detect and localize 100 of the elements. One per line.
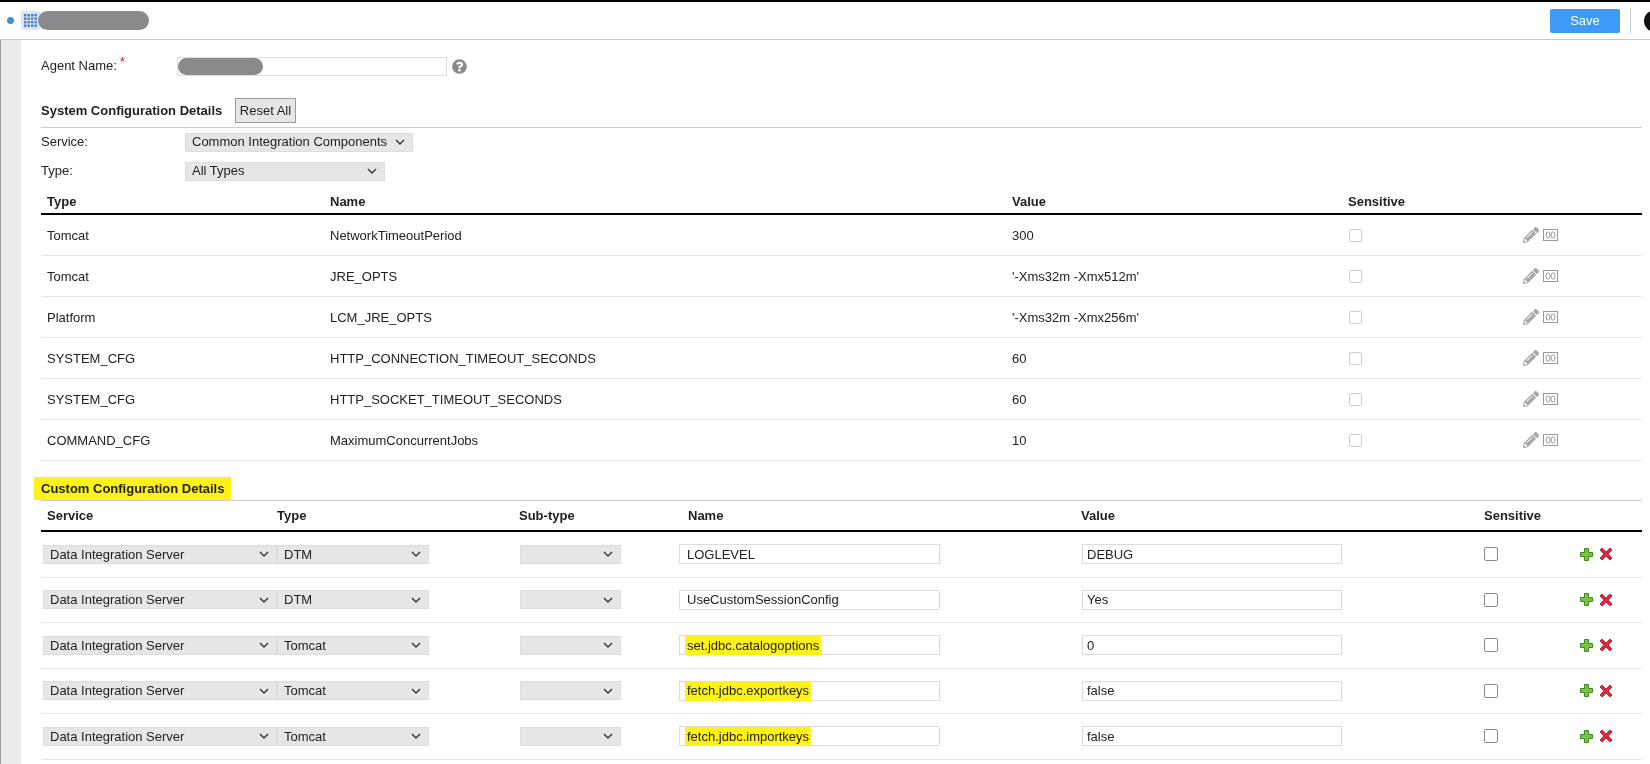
plus-icon[interactable] [1580,684,1593,698]
table-cell: 60 [1012,392,1027,407]
type-select[interactable]: Tomcat [277,681,429,701]
table-cell: HTTP_CONNECTION_TIMEOUT_SECONDS [330,351,596,366]
value-field[interactable]: false [1082,726,1342,747]
value-field[interactable]: false [1082,680,1342,701]
column-header: Type [46,192,78,211]
type-select[interactable]: DTM [277,544,429,564]
avatar-icon[interactable] [1644,9,1650,32]
service-select[interactable]: Data Integration Server [43,635,277,655]
service-select[interactable]: Data Integration Server [43,726,277,746]
column-header: Sensitive [1347,192,1407,211]
checkbox[interactable] [1484,729,1498,744]
table-cell: LCM_JRE_OPTS [330,310,432,325]
name-field[interactable]: UseCustomSessionConfig [679,589,940,610]
chevron-down-icon [395,139,406,145]
table-cell: Tomcat [47,269,89,284]
pencil-icon[interactable] [1523,391,1539,407]
service-select[interactable]: Data Integration Server [43,590,277,610]
chevron-down-icon [603,642,613,649]
field-label: Agent Name: [41,57,117,76]
type-select[interactable]: DTM [277,590,429,610]
chevron-down-icon [259,687,269,694]
value-field[interactable]: Yes [1082,589,1342,610]
digits-box-icon[interactable] [1543,270,1558,282]
plus-icon[interactable] [1580,638,1593,652]
delete-icon[interactable] [1599,547,1613,562]
checkbox[interactable] [1484,683,1498,698]
pencil-icon[interactable] [1523,268,1539,284]
name-field[interactable]: LOGLEVEL [679,544,940,565]
table-cell: SYSTEM_CFG [47,351,136,366]
digits-box-icon[interactable] [1543,352,1558,364]
table-cell: 10 [1012,433,1027,448]
table-cell: COMMAND_CFG [47,433,151,448]
digits-box-icon[interactable] [1543,311,1558,323]
service-select[interactable]: Data Integration Server [43,544,277,564]
section-title: System Configuration Details [41,101,224,120]
chevron-down-icon [259,733,269,740]
plus-icon[interactable] [1580,729,1593,743]
service-select[interactable]: Data Integration Server [43,681,277,701]
chevron-down-icon [603,551,613,558]
chevron-down-icon [411,687,421,694]
chevron-down-icon [411,596,421,603]
digits-box-icon[interactable] [1543,229,1558,241]
reset-all-button[interactable]: Reset All [235,98,296,123]
chevron-down-icon [259,642,269,649]
plus-icon[interactable] [1580,593,1593,607]
chevron-down-icon [603,596,613,603]
delete-icon[interactable] [1599,592,1613,607]
table-cell: Tomcat [47,228,89,243]
column-header: Service [46,506,95,525]
column-header: Type [277,506,308,525]
pencil-icon[interactable] [1523,309,1539,325]
table-cell: JRE_OPTS [330,269,398,284]
checkbox[interactable] [1484,638,1498,653]
value-field[interactable]: DEBUG [1082,544,1342,565]
type-select[interactable]: Tomcat [277,635,429,655]
type-select[interactable]: Tomcat [277,726,429,746]
name-field[interactable]: fetch.jdbc.importkeys [679,726,940,747]
checkbox[interactable] [1484,547,1498,562]
filter-label: Type: [41,162,74,181]
chevron-down-icon [603,733,613,740]
table-cell: '-Xms32m -Xmx512m' [1012,269,1140,284]
digits-box-icon[interactable] [1543,393,1558,405]
chevron-down-icon [259,551,269,558]
name-field[interactable]: set.jdbc.catalogoptions [679,635,940,656]
table-cell: MaximumConcurrentJobs [330,433,479,448]
required-mark: * [119,56,125,69]
checkbox[interactable] [1484,592,1498,607]
pencil-icon[interactable] [1523,227,1539,243]
plus-icon[interactable] [1580,547,1593,561]
section-title: Custom Configuration Details [34,477,232,500]
name-field[interactable]: fetch.jdbc.exportkeys [679,680,940,701]
pencil-icon[interactable] [1523,432,1539,448]
table-cell: '-Xms32m -Xmx256m' [1012,310,1140,325]
column-header: Value [1011,192,1047,211]
chevron-down-icon [411,642,421,649]
column-header: Value [1081,506,1116,525]
agent-name-field[interactable] [177,56,447,76]
dropdown-select[interactable]: Common Integration Components [185,132,414,152]
column-header: Name [329,192,367,211]
column-header: Name [687,506,725,525]
table-cell: SYSTEM_CFG [47,392,136,407]
pencil-icon[interactable] [1523,350,1539,366]
delete-icon[interactable] [1599,729,1613,744]
chevron-down-icon [259,596,269,603]
filter-label: Service: [41,133,89,152]
help-icon[interactable] [452,58,467,74]
digits-box-icon[interactable] [1543,434,1558,446]
table-cell: 300 [1012,228,1034,243]
column-header: Sensitive [1483,506,1543,525]
table-cell: NetworkTimeoutPeriod [330,228,462,243]
dropdown-select[interactable]: All Types [185,161,385,181]
delete-icon[interactable] [1599,683,1613,698]
delete-icon[interactable] [1599,638,1613,653]
chevron-down-icon [367,168,377,174]
column-header: Sub-type [519,506,576,525]
chevron-down-icon [411,733,421,740]
grid-icon [21,11,40,30]
value-field[interactable]: 0 [1082,635,1342,656]
